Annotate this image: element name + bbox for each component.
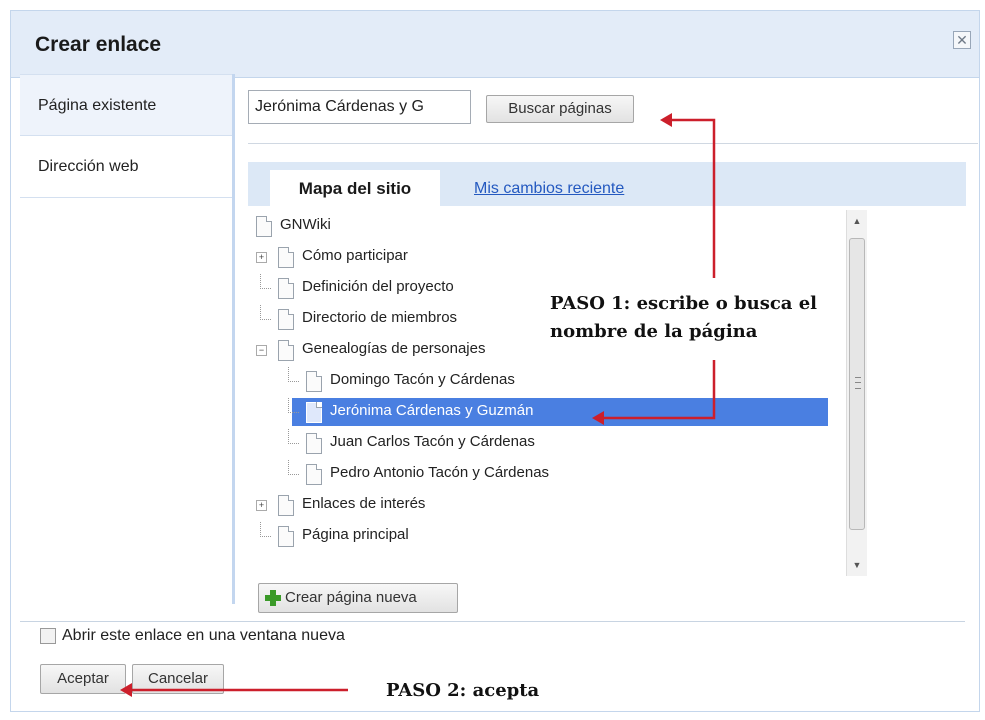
page-icon — [278, 309, 294, 330]
collapse-icon[interactable]: − — [256, 345, 267, 356]
tree-connector — [260, 305, 271, 320]
step1-line1: PASO 1: escribe o busca el — [550, 293, 818, 314]
page-icon — [278, 526, 294, 547]
tree-item-label: Página principal — [302, 526, 409, 543]
link-type-nav: Página existente Dirección web — [20, 74, 235, 604]
nav-item-label: Página existente — [38, 97, 157, 114]
step1-line2: nombre de la página — [550, 321, 758, 342]
tree-connector — [288, 429, 299, 444]
tree-item-label: Pedro Antonio Tacón y Cárdenas — [330, 464, 550, 481]
scroll-up-arrow-icon[interactable]: ▲ — [847, 210, 867, 232]
tree-item-label: Genealogías de personajes — [302, 340, 486, 357]
tab-recent-changes[interactable]: Mis cambios reciente — [474, 170, 624, 206]
tree-item-label: GNWiki — [280, 216, 331, 233]
page-icon — [306, 464, 322, 485]
expand-icon[interactable]: + — [256, 252, 267, 263]
tree-item[interactable]: + Cómo participar — [248, 243, 828, 271]
create-new-page-label: Crear página nueva — [285, 589, 417, 606]
nav-item-label: Dirección web — [38, 158, 139, 175]
scroll-thumb[interactable] — [849, 238, 865, 530]
tree-item[interactable]: + Enlaces de interés — [248, 491, 828, 519]
tree-item-label: Domingo Tacón y Cárdenas — [330, 371, 515, 388]
page-icon — [278, 247, 294, 268]
search-pages-button[interactable]: Buscar páginas — [486, 95, 634, 123]
tree-item[interactable]: Juan Carlos Tacón y Cárdenas — [248, 429, 828, 457]
page-icon — [278, 340, 294, 361]
tree-item[interactable]: Domingo Tacón y Cárdenas — [248, 367, 828, 395]
tree-item-label: Directorio de miembros — [302, 309, 458, 326]
page-icon — [306, 433, 322, 454]
expand-icon[interactable]: + — [256, 500, 267, 511]
page-search-input[interactable] — [248, 90, 471, 124]
site-map-tree: GNWiki + Cómo participar Definición del pro… — [248, 206, 844, 578]
tree-scrollbar[interactable]: ▲ ▼ — [846, 210, 867, 576]
tree-item-label: Enlaces de interés — [302, 495, 426, 512]
tab-bar: Mapa del sitio Mis cambios reciente — [248, 162, 966, 206]
dialog-title: Crear enlace — [35, 33, 162, 56]
open-new-window-checkbox[interactable] — [40, 628, 56, 644]
divider — [20, 621, 965, 622]
plus-icon — [265, 590, 281, 606]
tree-item[interactable]: Pedro Antonio Tacón y Cárdenas — [248, 460, 828, 488]
tree-item-label: Definición del proyecto — [302, 278, 454, 295]
cancel-button[interactable]: Cancelar — [132, 664, 224, 694]
page-icon — [306, 402, 322, 423]
tree-connector — [260, 274, 271, 289]
tree-item[interactable]: Página principal — [248, 522, 828, 550]
create-new-page-button[interactable]: Crear página nueva — [258, 583, 458, 613]
tree-item-label: Juan Carlos Tacón y Cárdenas — [330, 433, 535, 450]
open-new-window-label: Abrir este enlace en una ventana nueva — [62, 627, 345, 644]
dialog-titlebar: Crear enlace ✕ — [11, 11, 979, 78]
tree-connector — [288, 460, 299, 475]
tree-item[interactable]: GNWiki — [248, 212, 828, 240]
step1-annotation: PASO 1: escribe o busca el nombre de la … — [550, 290, 817, 346]
tree-connector — [260, 522, 271, 537]
tree-item-label: Jerónima Cárdenas y Guzmán — [330, 402, 534, 419]
tree-item[interactable]: Jerónima Cárdenas y Guzmán — [288, 398, 828, 426]
page-icon — [256, 216, 272, 237]
grip-icon — [855, 377, 861, 389]
nav-item-web-address[interactable]: Dirección web — [20, 136, 232, 198]
accept-button[interactable]: Aceptar — [40, 664, 126, 694]
tab-site-map[interactable]: Mapa del sitio — [270, 170, 440, 206]
divider — [248, 143, 978, 144]
page-icon — [278, 278, 294, 299]
tree-connector — [288, 367, 299, 382]
nav-item-existing-page[interactable]: Página existente — [20, 74, 232, 136]
page-icon — [306, 371, 322, 392]
close-icon[interactable]: ✕ — [953, 31, 971, 49]
tree-item-label: Cómo participar — [302, 247, 408, 264]
step2-annotation: PASO 2: acepta — [386, 680, 540, 701]
page-icon — [278, 495, 294, 516]
tree-connector — [288, 398, 299, 413]
scroll-down-arrow-icon[interactable]: ▼ — [847, 554, 867, 576]
